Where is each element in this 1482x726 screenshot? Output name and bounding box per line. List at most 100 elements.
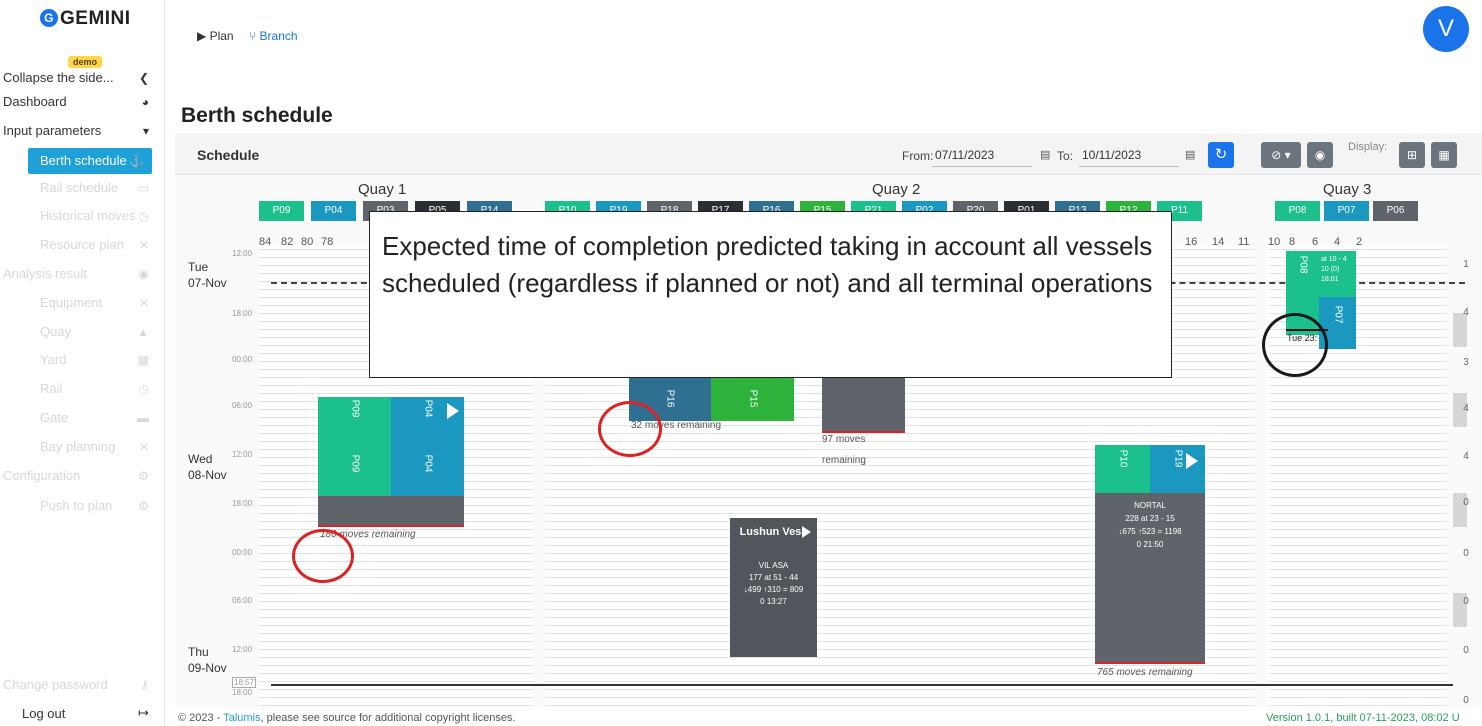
version-info: Version 1.0.1, built 07-11-2023, 08:02 U <box>1266 712 1460 724</box>
vessel-duration: 0 21:50 <box>1136 540 1164 549</box>
load-count: 0 <box>1463 695 1469 706</box>
play-icon[interactable] <box>1186 453 1198 469</box>
grid-row <box>1269 489 1447 490</box>
grid-row <box>1269 249 1447 250</box>
sidebar-item[interactable]: Push to plan ⚙ <box>0 493 165 519</box>
berth-header[interactable]: P09 <box>259 201 304 221</box>
grid-row <box>259 585 533 586</box>
sidebar-item[interactable]: Dashboard ◕ <box>0 89 165 115</box>
vessel-block[interactable]: Lushun Vess VIL ASA 177 at 51 - 44 ↓499 … <box>730 518 817 657</box>
sidebar-item[interactable]: Analysis result ◉ <box>0 261 165 287</box>
time-label: 06:00 <box>232 401 253 410</box>
schedule-title: Schedule <box>197 147 260 163</box>
vessel-berth-segment[interactable]: P04 <box>391 444 464 496</box>
logout-button[interactable]: Log out <box>22 706 65 721</box>
sidebar-item[interactable]: Configuration ⚙ <box>0 463 165 489</box>
day-label-date: 08-Nov <box>188 468 227 482</box>
vessel-position: 177 at 51 - 44 <box>748 573 799 582</box>
berth-code: P04 <box>422 399 433 418</box>
from-label: From: <box>902 149 934 163</box>
sidebar-item-label: Rail schedule <box>40 180 119 195</box>
berth-code: P10 <box>1117 449 1128 468</box>
grid-row <box>1269 625 1447 626</box>
grid-row <box>259 625 533 626</box>
berth-header[interactable]: P08 <box>1275 201 1320 221</box>
eye-button[interactable]: ◉ <box>1307 142 1333 168</box>
sidebar-item[interactable]: Resource plan ✕ <box>0 232 165 258</box>
grid-row <box>1269 657 1447 658</box>
vessel-block[interactable]: P10 P19 NORTAL 228 at 23 - 15 ↓675 ↑523 … <box>1095 445 1205 678</box>
tab-plan[interactable]: ▶ Plan <box>197 29 234 43</box>
grid-row <box>1269 497 1447 498</box>
berth-header[interactable]: P06 <box>1373 201 1418 221</box>
vessel-details: VIL ASA 177 at 51 - 44 ↓499 ↑310 = 809 0… <box>730 560 817 608</box>
grid-row <box>545 689 1255 690</box>
logout-icon[interactable]: ↦ <box>138 705 149 721</box>
user-avatar[interactable]: V <box>1423 6 1469 52</box>
sidebar-item[interactable]: Quay ▲ <box>0 319 165 345</box>
grid-row <box>1269 537 1447 538</box>
berth-header[interactable]: P07 <box>1324 201 1369 221</box>
sidebar-item-label: Bay planning <box>40 439 116 454</box>
vessel-pending-segment[interactable] <box>318 496 464 527</box>
sidebar-item-label: Equipment <box>40 295 103 310</box>
vessel-details[interactable]: at 10 - 4 10 (0) 18:01 <box>1319 251 1356 297</box>
sidebar-item[interactable]: Rail schedule ▭ <box>0 175 165 201</box>
copyright-suffix: , please see source for additional copyr… <box>260 712 516 724</box>
vessel-block[interactable]: P09 P04 P09 P04 180 moves remaining <box>318 397 464 540</box>
grid-row <box>1269 681 1447 682</box>
refresh-button[interactable]: ↻ <box>1208 142 1234 168</box>
rail2-icon: ◷ <box>138 382 149 396</box>
sidebar-item[interactable]: Berth schedule ⚓ <box>28 148 152 174</box>
app-logo[interactable]: G GEMINI <box>40 8 131 30</box>
sidebar-item[interactable]: Historical moves ◷ <box>0 203 165 229</box>
tab-branch[interactable]: ⑂ Branch <box>249 29 298 43</box>
calendar-icon[interactable]: ▤ <box>1185 148 1195 161</box>
sidebar-item[interactable]: Bay planning ✕ <box>0 434 165 460</box>
vessel-details[interactable]: NORTAL 228 at 23 - 15 ↓675 ↑523 = 1198 0… <box>1095 493 1205 664</box>
display-tiles-button[interactable]: ▦ <box>1431 142 1457 168</box>
vessel-berth-segment[interactable]: P19 <box>1150 445 1205 493</box>
sidebar-item[interactable]: Rail ◷ <box>0 376 165 402</box>
to-date-input[interactable] <box>1079 143 1179 167</box>
quay-title: Quay 2 <box>872 181 921 198</box>
vessel-moves: 10 (0) <box>1321 266 1340 273</box>
horizon-line <box>271 684 1453 686</box>
talumis-link[interactable]: Talumis <box>223 712 260 724</box>
calendar-icon[interactable]: ▤ <box>1040 148 1050 161</box>
sidebar-item[interactable]: Change password ⚷ <box>0 672 165 698</box>
display-grid-button[interactable]: ⊞ <box>1399 142 1425 168</box>
day-label: Tue 07-Nov <box>188 259 227 291</box>
hide-dropdown-button[interactable]: ⊘ ▾ <box>1261 142 1301 168</box>
rail-icon: ▭ <box>137 181 149 195</box>
vessel-berth-segment[interactable]: P04 <box>391 397 464 444</box>
grid-row <box>1269 529 1447 530</box>
grid-row <box>1269 697 1447 698</box>
vessel-berth-segment[interactable]: P10 <box>1095 445 1150 493</box>
sidebar-item[interactable]: Gate ▬ <box>0 405 165 431</box>
vessel-berth-segment[interactable]: P15 <box>711 375 794 421</box>
berth-position: 8 <box>1289 236 1296 248</box>
logo-icon: G <box>40 9 58 27</box>
load-count: 4 <box>1463 307 1469 318</box>
play-icon[interactable] <box>802 526 811 538</box>
vessel-berth-segment[interactable]: P09 <box>318 397 391 444</box>
sidebar-item-label: Input parameters <box>3 123 102 138</box>
vessel-block[interactable] <box>822 375 905 433</box>
play-icon[interactable] <box>447 403 459 419</box>
berth-header[interactable]: P04 <box>311 201 356 221</box>
sidebar-item[interactable]: Yard ▦ <box>0 347 165 373</box>
sidebar-item[interactable]: Collapse the side... ❮ <box>0 65 165 91</box>
sidebar-item[interactable]: Equipment ✕ <box>0 290 165 316</box>
sidebar-item-label: Berth schedule <box>40 153 127 168</box>
bay-icon: ✕ <box>138 440 149 454</box>
from-date-input[interactable] <box>932 143 1032 167</box>
vessel-berth-segment[interactable]: P09 <box>318 444 391 496</box>
grid-row <box>1269 513 1447 514</box>
sidebar-item[interactable]: Input parameters ▾ <box>0 118 165 144</box>
yard-icon: ▦ <box>137 353 149 367</box>
to-label: To: <box>1057 149 1074 163</box>
grid-row <box>1269 377 1447 378</box>
grid-row <box>1269 505 1447 506</box>
grid-row <box>1269 617 1447 618</box>
